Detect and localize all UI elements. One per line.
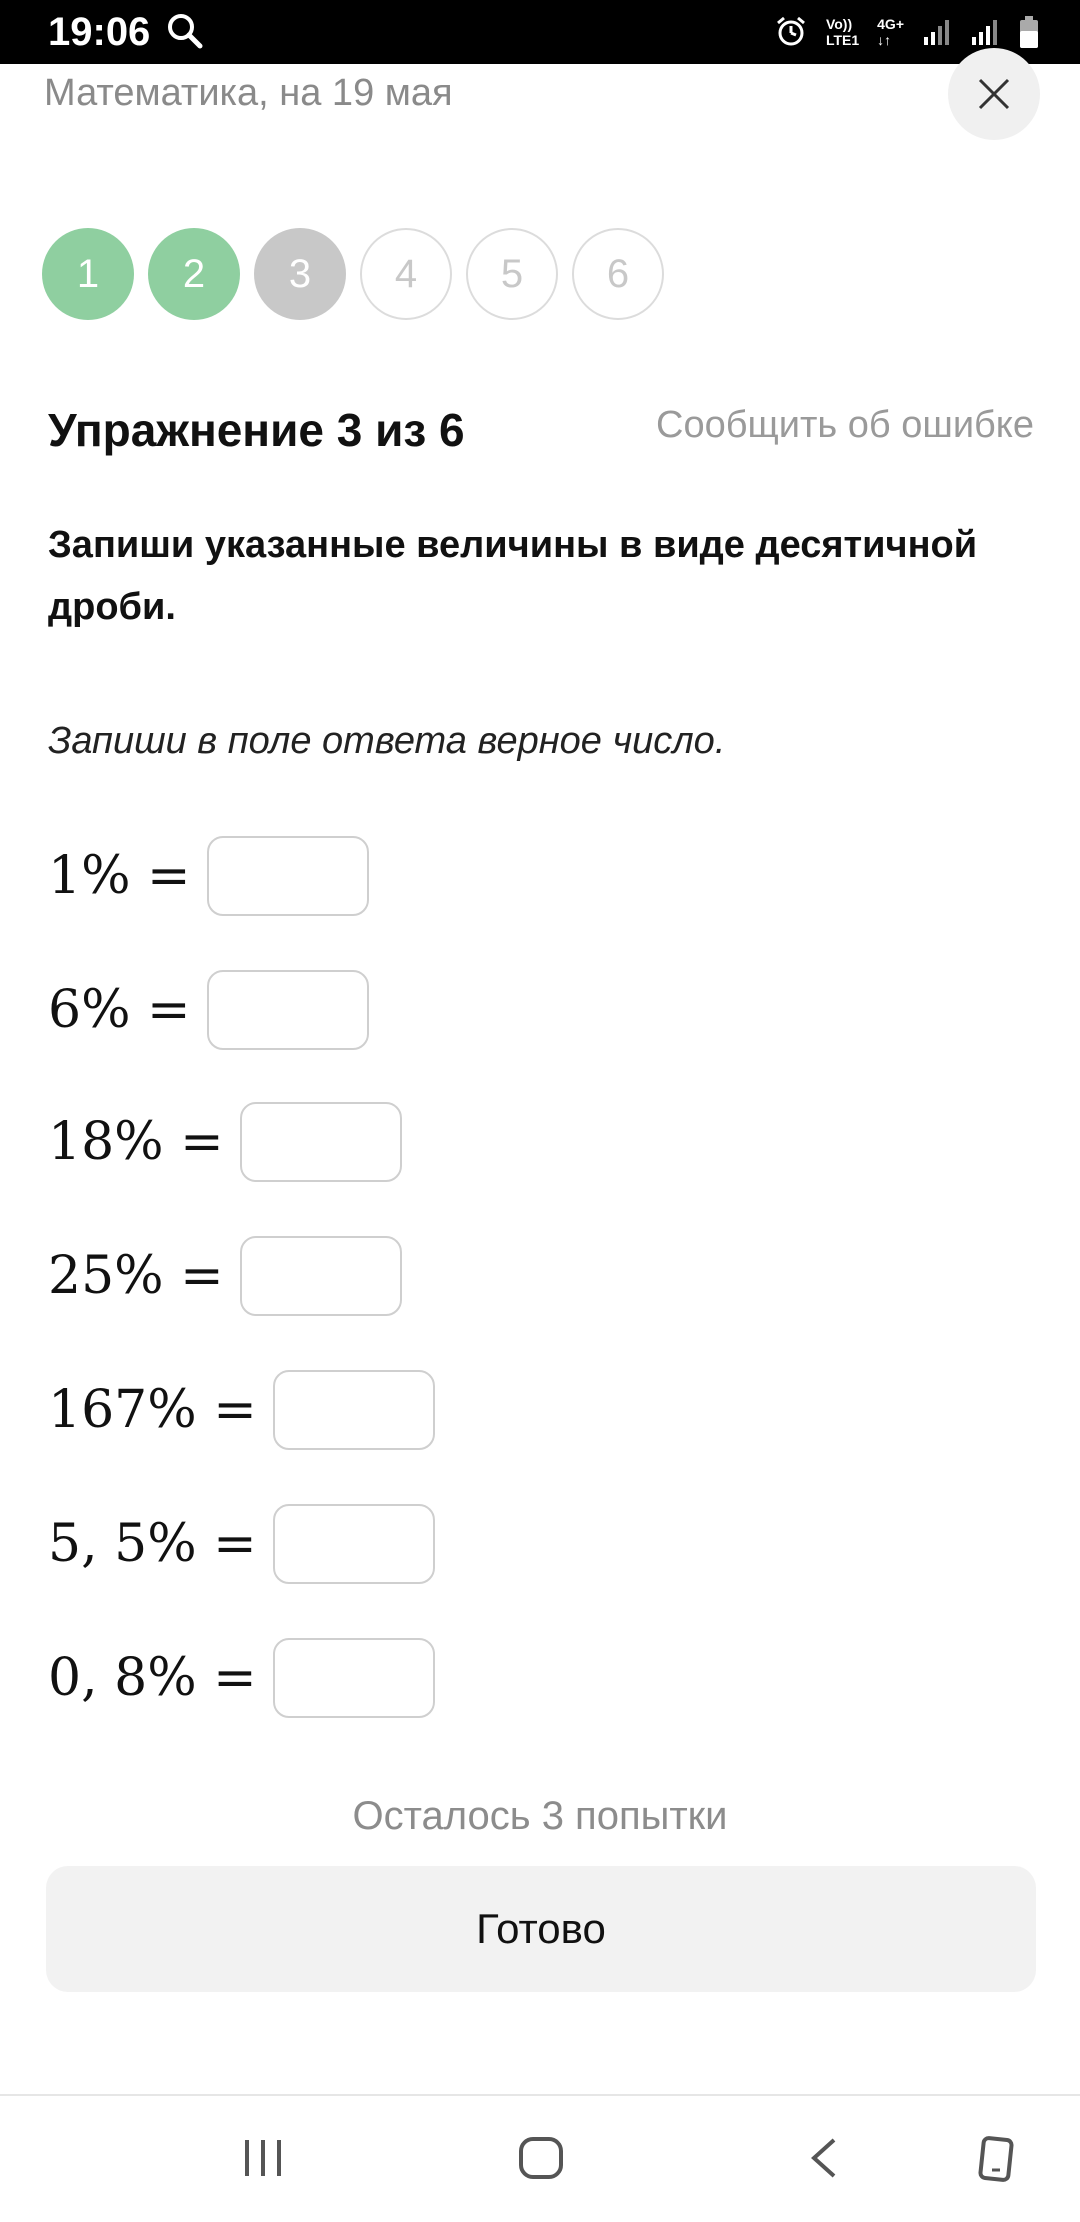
attempts-remaining: Осталось 3 попытки	[352, 1794, 728, 1838]
close-button[interactable]	[948, 48, 1040, 140]
close-icon	[978, 78, 1010, 110]
task-text: Запиши указанные величины в виде десятич…	[48, 524, 978, 628]
answer-input[interactable]	[272, 1370, 435, 1450]
status-icons: Vo)) LTE1 4G+ ↓↑	[774, 10, 1040, 54]
equation-expression: 18% =	[48, 1112, 224, 1172]
status-time: 19:06	[48, 10, 151, 54]
battery-icon	[1020, 16, 1038, 48]
answer-input[interactable]	[239, 1102, 402, 1182]
equation-row: 167% =	[48, 1368, 435, 1452]
signal-2-icon	[972, 20, 997, 45]
equation-expression: 6% =	[48, 980, 191, 1040]
step-3[interactable]: 3	[254, 228, 346, 320]
equation-expression: 167% =	[48, 1380, 257, 1440]
equation-row: 1% =	[48, 834, 369, 918]
home-icon[interactable]	[518, 2136, 564, 2180]
step-5[interactable]: 5	[466, 228, 558, 320]
answer-input[interactable]	[206, 970, 369, 1050]
equation-row: 5, 5% =	[48, 1502, 435, 1586]
step-6[interactable]: 6	[572, 228, 664, 320]
answer-input[interactable]	[239, 1236, 402, 1316]
answer-input[interactable]	[272, 1638, 435, 1718]
equation-row: 18% =	[48, 1100, 402, 1184]
answer-input[interactable]	[272, 1504, 435, 1584]
recents-icon[interactable]	[242, 2136, 284, 2180]
equation-row: 0, 8% =	[48, 1636, 435, 1720]
equation-expression: 25% =	[48, 1246, 224, 1306]
alarm-icon	[776, 16, 805, 46]
network-type-label: 4G+	[877, 16, 904, 32]
report-error-link[interactable]: Сообщить об ошибке	[656, 400, 1034, 450]
equation-expression: 5, 5% =	[48, 1514, 257, 1574]
lte-label: LTE1	[825, 32, 860, 48]
exercise-title: Упражнение 3 из 6	[48, 404, 465, 456]
search-icon	[168, 14, 203, 49]
step-2[interactable]: 2	[148, 228, 240, 320]
data-arrows-icon: ↓↑	[877, 32, 892, 48]
screen-icon[interactable]	[978, 2136, 1014, 2182]
equation-row: 25% =	[48, 1234, 402, 1318]
equation-row: 6% =	[48, 968, 369, 1052]
subject-title: Математика, на 19 мая	[44, 72, 453, 114]
step-1[interactable]: 1	[42, 228, 134, 320]
status-bar: 19:06 Vo)) LTE1 4G+ ↓↑	[0, 0, 1080, 64]
equation-expression: 0, 8% =	[48, 1648, 257, 1708]
signal-icon	[924, 20, 949, 45]
system-nav-bar	[0, 2094, 1080, 2222]
equation-expression: 1% =	[48, 846, 191, 906]
volte-indicator: Vo)) LTE1	[826, 16, 859, 48]
exercise-steps: 123456	[42, 228, 664, 320]
submit-button[interactable]: Готово	[46, 1866, 1036, 1992]
back-icon[interactable]	[806, 2136, 840, 2180]
answer-input[interactable]	[206, 836, 369, 916]
volte-label: Vo))	[825, 16, 853, 32]
network-indicator: 4G+ ↓↑	[877, 16, 904, 48]
hint-text: Запиши в поле ответа верное число.	[48, 720, 726, 762]
step-4[interactable]: 4	[360, 228, 452, 320]
